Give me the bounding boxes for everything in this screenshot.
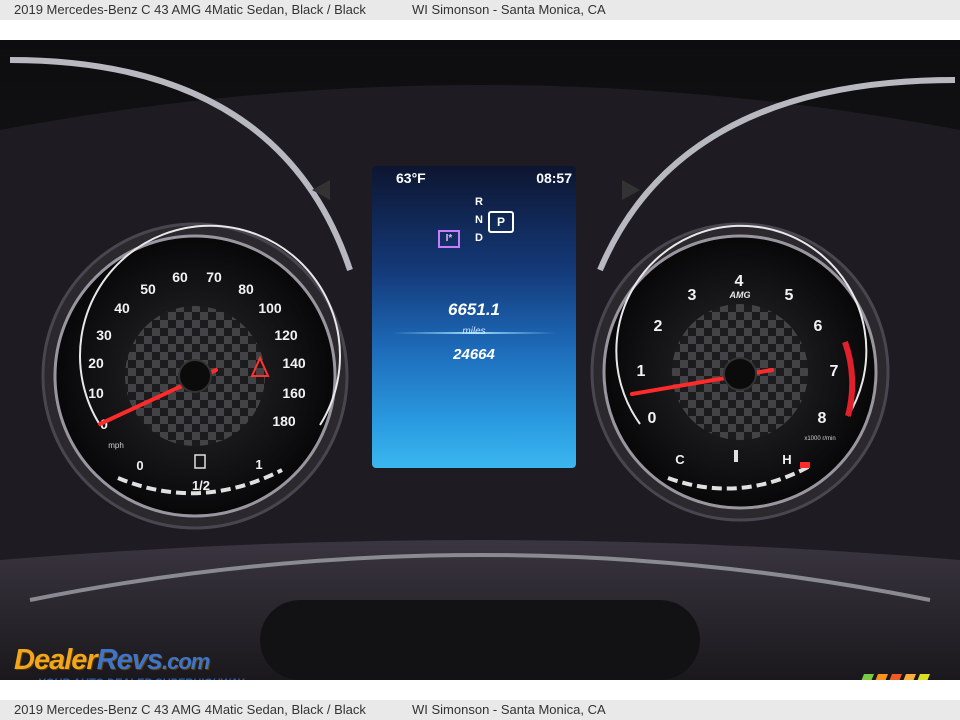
rpm-label-7: 7 [830,363,839,380]
speed-label-100: 100 [258,300,282,316]
rpm-label-0: 0 [648,410,657,427]
vehicle-caption: 2019 Mercedes-Benz C 43 AMG 4Matic Sedan… [14,2,366,17]
gear-n: N [475,214,483,226]
dealer-caption-bottom: WI Simonson - Santa Monica, CA [412,702,606,717]
center-display: 63°F 08:57 R N D P I* 6651.1 miles 24664 [372,166,576,468]
gear-r: R [475,196,483,208]
amg-logo: AMG [729,290,751,300]
fuel-label-half: 1/2 [192,478,210,493]
rpm-label-3: 3 [688,287,697,304]
speed-unit: mph [108,441,124,450]
dealer-caption: WI Simonson - Santa Monica, CA [412,2,606,17]
speed-label-180: 180 [272,413,296,429]
coolant-hot-marker [800,462,810,468]
speed-label-140: 140 [282,355,306,371]
speed-label-70: 70 [206,269,222,285]
caption-bar-bottom: 2019 Mercedes-Benz C 43 AMG 4Matic Sedan… [0,700,960,720]
speed-label-20: 20 [88,355,104,371]
outside-temperature: 63°F [396,170,426,186]
gear-d: D [475,232,483,244]
speed-label-40: 40 [114,300,130,316]
fuel-label-full: 1 [255,457,262,472]
coolant-label-hot: H [782,452,791,467]
rpm-label-2: 2 [654,318,663,335]
odometer: 24664 [453,346,495,363]
watermark-brand-3: .com [162,649,210,674]
speed-label-60: 60 [172,269,188,285]
coolant-label-cold: C [675,452,685,467]
rpm-label-5: 5 [785,287,794,304]
speed-label-160: 160 [282,385,306,401]
bottom-spacer [0,680,960,700]
vehicle-caption-bottom: 2019 Mercedes-Benz C 43 AMG 4Matic Sedan… [14,702,366,717]
top-spacer [0,20,960,40]
trip-distance: 6651.1 [448,300,500,319]
speed-label-50: 50 [140,281,156,297]
watermark-brand: DealerRevs.com [14,644,210,677]
rpm-unit: x1000 r/min [804,436,835,442]
distance-unit: miles [462,326,486,337]
watermark-brand-1: Dealer [14,644,98,676]
display-clock: 08:57 [536,170,572,186]
speed-label-80: 80 [238,281,254,297]
rpm-label-4: 4 [735,273,744,290]
rpm-label-1: 1 [637,363,646,380]
drive-mode-badge: I* [438,230,460,248]
watermark-brand-2: Revs [96,644,163,676]
speed-label-30: 30 [96,327,112,343]
coolant-temp-icon [734,450,738,462]
rpm-label-8: 8 [818,410,827,427]
fuel-label-empty: 0 [136,458,143,473]
speed-label-10: 10 [88,385,104,401]
caption-bar-top: 2019 Mercedes-Benz C 43 AMG 4Matic Sedan… [0,0,960,20]
gear-selected-p: P [488,211,514,233]
rpm-label-6: 6 [814,318,823,335]
speed-label-120: 120 [274,327,298,343]
